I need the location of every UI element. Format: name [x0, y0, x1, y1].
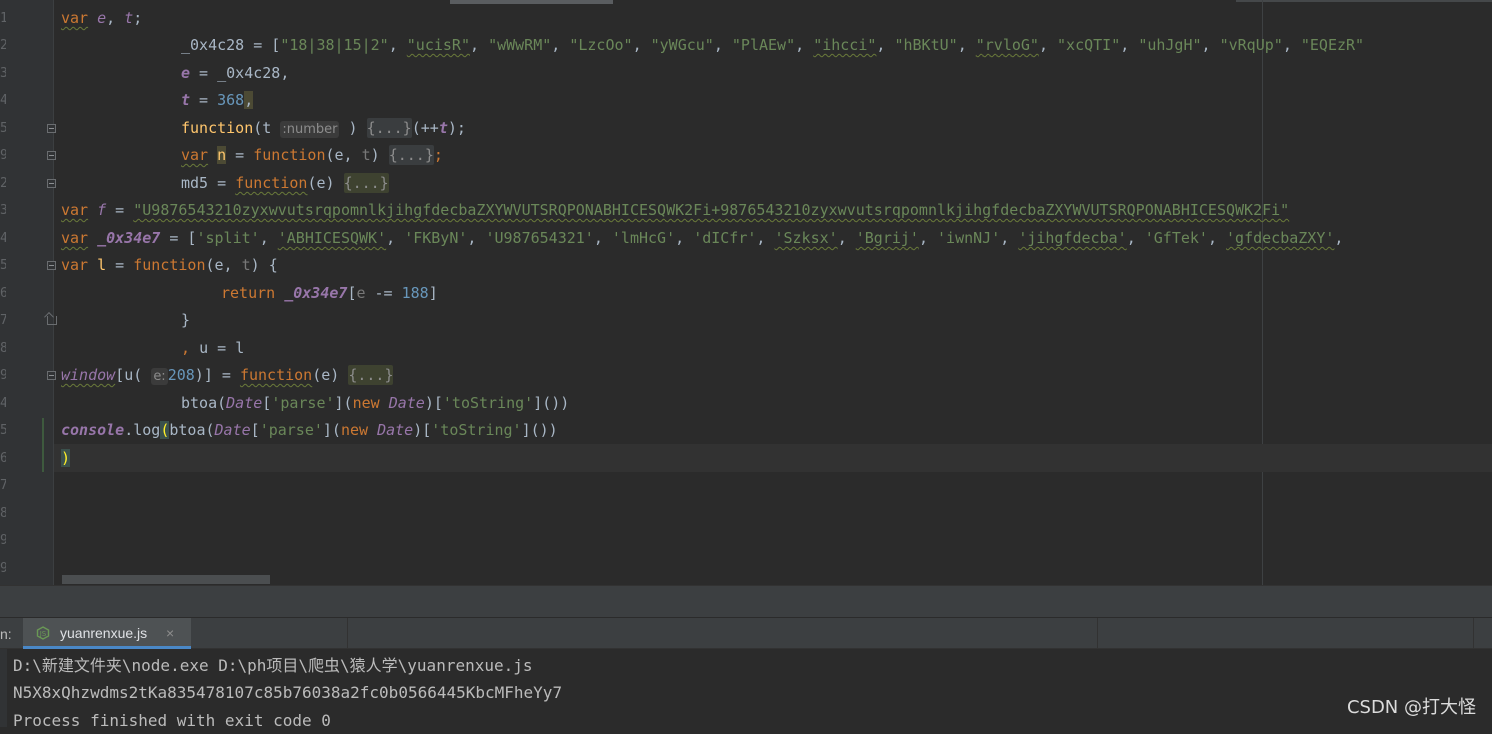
line-number: 3 — [0, 203, 6, 218]
code-line-1[interactable]: var e, t; — [61, 5, 142, 32]
fold-end-icon[interactable] — [47, 316, 57, 325]
tab-divider — [1473, 618, 1474, 649]
code-line-8[interactable]: var f = "U9876543210zyxwvutsrqpomnlkjihg… — [61, 197, 1289, 224]
line-number: 2 — [0, 176, 6, 191]
console-line-output: N5X8xQhzwdms2tKa835478107c85b76038a2fc0b… — [13, 683, 563, 702]
code-line-16[interactable]: console.log(btoa(Date['parse'](new Date)… — [61, 417, 558, 444]
horizontal-scroll-thumb[interactable] — [62, 575, 270, 584]
line-number: 5 — [0, 121, 6, 136]
vcs-change-marker — [42, 418, 44, 472]
line-number: 7 — [0, 478, 6, 493]
folded-block[interactable]: {...} — [348, 365, 394, 385]
run-tool-window-tabs: n: JS yuanrenxue.js × — [0, 617, 1492, 649]
fold-expand-icon[interactable] — [47, 371, 56, 380]
folded-block[interactable]: {...} — [343, 173, 389, 193]
code-line-13[interactable]: , u = l — [181, 335, 244, 362]
code-line-6[interactable]: var n = function(e, t) {...}; — [181, 142, 443, 169]
line-number: 7 — [0, 313, 6, 328]
svg-text:JS: JS — [39, 630, 47, 638]
code-line-3[interactable]: e = _0x4c28, — [181, 60, 289, 87]
console-line-command: D:\新建文件夹\node.exe D:\ph项目\爬虫\猿人学\yuanren… — [13, 656, 533, 675]
code-line-11[interactable]: return _0x34e7[e -= 188] — [221, 280, 438, 307]
line-number: 9 — [0, 533, 6, 548]
param-hint: :number — [280, 121, 340, 138]
line-number: 3 — [0, 66, 6, 81]
top-scroll-thumb[interactable] — [450, 0, 613, 4]
code-line-9[interactable]: var _0x34e7 = ['split', 'ABHICESQWK', 'F… — [61, 225, 1343, 252]
current-line-highlight — [54, 444, 1492, 472]
code-line-14[interactable]: window[u( e: 208)] = function(e) {...} — [61, 362, 394, 389]
folded-block[interactable]: {...} — [366, 118, 412, 138]
line-number: 9 — [0, 368, 6, 383]
tab-label: yuanrenxue.js — [60, 625, 148, 641]
param-hint: e: — [151, 368, 168, 385]
line-number: 6 — [0, 451, 6, 466]
line-number: 8 — [0, 506, 6, 521]
code-line-12[interactable]: } — [181, 307, 190, 334]
nodejs-icon: JS — [36, 626, 50, 640]
line-number: 5 — [0, 423, 6, 438]
code-line-7[interactable]: md5 = function(e) {...} — [181, 170, 389, 197]
code-line-5[interactable]: function(t :number ) {...}(++t); — [181, 115, 466, 142]
line-number-gutter: 1 2 3 4 5 9 2 3 4 5 6 7 8 9 4 5 6 7 8 9 … — [0, 0, 54, 585]
line-number: 4 — [0, 231, 6, 246]
console-output[interactable]: D:\新建文件夹\node.exe D:\ph项目\爬虫\猿人学\yuanren… — [0, 649, 1492, 730]
console-gutter — [0, 649, 7, 727]
line-number: 6 — [0, 286, 6, 301]
code-line-17[interactable]: ) — [61, 445, 71, 472]
code-line-2[interactable]: _0x4c28 = ["18|38|15|2", "ucisR", "wWwRM… — [181, 32, 1364, 59]
right-margin-guide — [1262, 0, 1263, 585]
line-number: 5 — [0, 258, 6, 273]
top-scroll-marker — [1236, 0, 1492, 2]
line-number: 8 — [0, 341, 6, 356]
tab-yuanrenxue-js[interactable]: JS yuanrenxue.js × — [23, 618, 191, 649]
fold-expand-icon[interactable] — [47, 124, 56, 133]
editor-separator-bar — [0, 585, 1492, 617]
code-line-10[interactable]: var l = function(e, t) { — [61, 252, 278, 279]
tab-divider — [1097, 618, 1098, 649]
fold-expand-icon[interactable] — [47, 151, 56, 160]
run-label: n: — [0, 626, 12, 642]
code-line-4[interactable]: t = 368, — [181, 87, 254, 114]
close-icon[interactable]: × — [166, 618, 174, 648]
watermark: CSDN @打大怪 — [1346, 697, 1476, 718]
line-number: 1 — [0, 11, 6, 26]
code-line-15[interactable]: btoa(Date['parse'](new Date)['toString']… — [181, 390, 569, 417]
line-number: 9 — [0, 148, 6, 163]
folded-block[interactable]: {...} — [388, 145, 434, 165]
line-number: 4 — [0, 396, 6, 411]
line-number: 2 — [0, 38, 6, 53]
code-editor[interactable]: 1 2 3 4 5 9 2 3 4 5 6 7 8 9 4 5 6 7 8 9 … — [0, 0, 1492, 585]
fold-expand-icon[interactable] — [47, 179, 56, 188]
line-number: 4 — [0, 93, 6, 108]
line-number: 9 — [0, 561, 6, 576]
fold-collapse-icon[interactable] — [47, 261, 56, 270]
console-line-exit: Process finished with exit code 0 — [13, 711, 331, 730]
tab-divider — [347, 618, 348, 649]
